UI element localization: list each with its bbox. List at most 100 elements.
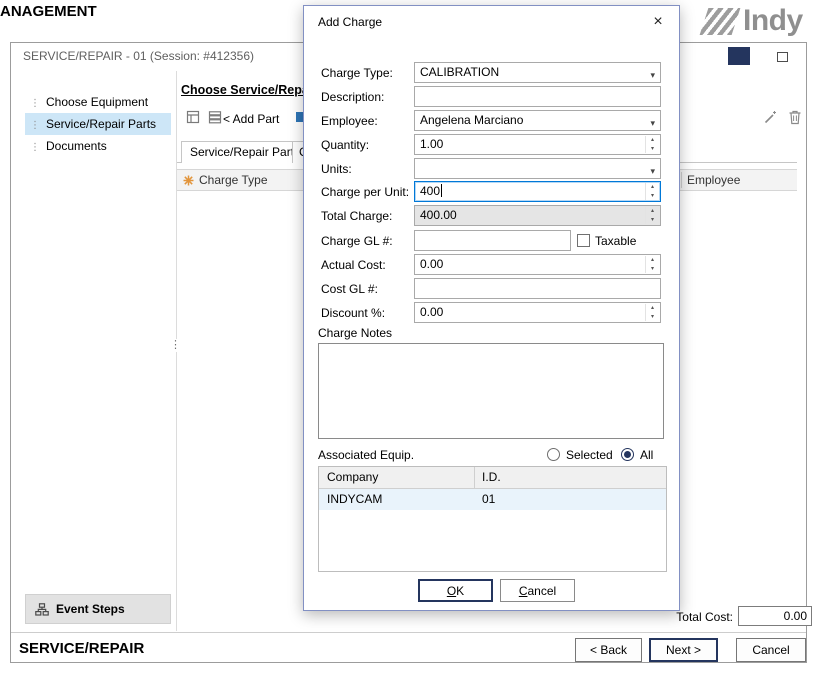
associated-equip-label: Associated Equip.: [318, 448, 414, 462]
charge-notes-textarea[interactable]: [318, 343, 664, 439]
quantity-spinner[interactable]: ▴▾: [645, 136, 659, 153]
taxable-label: Taxable: [595, 234, 636, 248]
equip-company-cell: INDYCAM: [327, 492, 382, 506]
desktop: ANAGEMENT Indy SERVICE/REPAIR - 01 (Sess…: [0, 0, 823, 677]
charge-per-unit-value: 400: [420, 184, 440, 198]
cancel-button[interactable]: Cancel: [500, 579, 575, 602]
equip-column-id[interactable]: I.D.: [482, 470, 501, 484]
charge-type-select[interactable]: CALIBRATION ▾: [414, 62, 661, 83]
magic-wand-icon[interactable]: [762, 109, 779, 126]
units-label: Units:: [321, 162, 352, 177]
total-cost-label: Total Cost:: [611, 610, 733, 624]
brand-logo-text: Indy: [743, 4, 803, 38]
radio-all[interactable]: [621, 448, 634, 461]
total-charge-spinner[interactable]: ▴▾: [645, 207, 659, 224]
sidebar-item-label: Choose Equipment: [46, 95, 148, 109]
chevron-down-icon: ▾: [650, 114, 655, 131]
next-button[interactable]: Next >: [649, 638, 718, 662]
charge-per-unit-label: Charge per Unit:: [321, 185, 409, 200]
charge-gl-input[interactable]: [414, 230, 571, 251]
chevron-down-icon: ▾: [650, 162, 655, 179]
box-icon[interactable]: [185, 109, 202, 126]
window-minimize-button[interactable]: [728, 47, 750, 65]
stack-icon[interactable]: [207, 109, 224, 126]
grid-column-charge-type[interactable]: Charge Type: [199, 173, 268, 187]
total-charge-value: 400.00: [420, 208, 457, 222]
discount-spinner[interactable]: ▴▾: [645, 304, 659, 321]
discount-input[interactable]: 0.00 ▴▾: [414, 302, 661, 323]
cost-gl-label: Cost GL #:: [321, 282, 378, 297]
employee-select[interactable]: Angelena Marciano ▾: [414, 110, 661, 131]
discount-label: Discount %:: [321, 306, 385, 321]
tab-label: Service/Repair Parts: [190, 145, 300, 159]
radio-selected[interactable]: [547, 448, 560, 461]
ok-button[interactable]: OK: [418, 579, 493, 602]
equip-id-cell: 01: [482, 492, 495, 506]
cost-gl-input[interactable]: [414, 278, 661, 299]
sidebar-item-choose-equipment[interactable]: ⋮Choose Equipment: [25, 91, 171, 113]
taxable-checkbox[interactable]: [577, 234, 590, 247]
sidebar-item-label: Documents: [46, 139, 107, 153]
grid-column-divider: [681, 172, 682, 188]
splitter-grip-icon[interactable]: ⋮: [169, 339, 182, 352]
chevron-down-icon: ▾: [650, 66, 655, 83]
add-charge-dialog: Add Charge × Charge Type: CALIBRATION ▾ …: [303, 5, 680, 611]
window-maximize-button[interactable]: [777, 52, 788, 62]
charge-per-unit-spinner[interactable]: ▴▾: [645, 183, 659, 200]
asterisk-icon: [183, 175, 194, 186]
spinner-down-icon[interactable]: ▾: [646, 313, 659, 322]
spinner-down-icon[interactable]: ▾: [646, 265, 659, 274]
wizard-cancel-button[interactable]: Cancel: [736, 638, 806, 662]
equip-table-header: Company I.D.: [319, 467, 666, 489]
drag-grip-icon: ⋮: [25, 142, 46, 153]
quantity-label: Quantity:: [321, 138, 369, 153]
brand-logo: Indy: [704, 4, 803, 38]
spinner-up-icon[interactable]: ▴: [646, 183, 659, 192]
charge-gl-label: Charge GL #:: [321, 234, 393, 249]
sidebar-item-service-repair-parts[interactable]: ⋮Service/Repair Parts: [25, 113, 171, 135]
quantity-value: 1.00: [420, 137, 443, 151]
total-cost-field[interactable]: 0.00: [738, 606, 812, 626]
spinner-up-icon[interactable]: ▴: [646, 207, 659, 216]
dialog-close-button[interactable]: ×: [649, 13, 667, 31]
spinner-up-icon[interactable]: ▴: [646, 136, 659, 145]
actual-cost-value: 0.00: [420, 257, 443, 271]
ok-button-label: OK: [420, 584, 491, 598]
tab-service-repair-parts[interactable]: Service/Repair Parts: [181, 141, 293, 163]
trash-icon[interactable]: [787, 109, 804, 126]
drag-grip-icon: ⋮: [25, 98, 46, 109]
event-steps-label: Event Steps: [56, 602, 125, 616]
event-steps-button[interactable]: Event Steps: [25, 594, 171, 624]
equip-column-company[interactable]: Company: [327, 470, 378, 484]
sidebar-item-documents[interactable]: ⋮Documents: [25, 135, 171, 157]
spinner-down-icon[interactable]: ▾: [646, 192, 659, 201]
discount-value: 0.00: [420, 305, 443, 319]
radio-all-label: All: [640, 448, 653, 462]
charge-per-unit-input[interactable]: 400 ▴▾: [414, 181, 661, 202]
total-charge-label: Total Charge:: [321, 209, 392, 224]
grid-column-employee[interactable]: Employee: [687, 173, 740, 187]
actual-cost-input[interactable]: 0.00 ▴▾: [414, 254, 661, 275]
drag-grip-icon: ⋮: [25, 120, 46, 131]
spinner-down-icon[interactable]: ▾: [646, 145, 659, 154]
equip-column-divider: [474, 467, 475, 488]
footer-divider: [11, 632, 806, 633]
spinner-up-icon[interactable]: ▴: [646, 304, 659, 313]
table-row[interactable]: INDYCAM 01: [319, 489, 666, 510]
spinner-up-icon[interactable]: ▴: [646, 256, 659, 265]
actual-cost-spinner[interactable]: ▴▾: [645, 256, 659, 273]
description-label: Description:: [321, 90, 384, 105]
back-button[interactable]: < Back: [575, 638, 642, 662]
text-caret: [441, 184, 442, 197]
description-input[interactable]: [414, 86, 661, 107]
units-select[interactable]: ▾: [414, 158, 661, 179]
quantity-input[interactable]: 1.00 ▴▾: [414, 134, 661, 155]
background-app-title: ANAGEMENT: [0, 3, 97, 20]
add-part-button[interactable]: < Add Part: [223, 112, 279, 126]
dialog-title: Add Charge: [318, 15, 382, 29]
charge-notes-label: Charge Notes: [318, 326, 392, 341]
associated-equip-table: Company I.D. INDYCAM 01: [318, 466, 667, 572]
sitemap-icon: [35, 603, 49, 616]
spinner-down-icon[interactable]: ▾: [646, 216, 659, 225]
actual-cost-label: Actual Cost:: [321, 258, 386, 273]
